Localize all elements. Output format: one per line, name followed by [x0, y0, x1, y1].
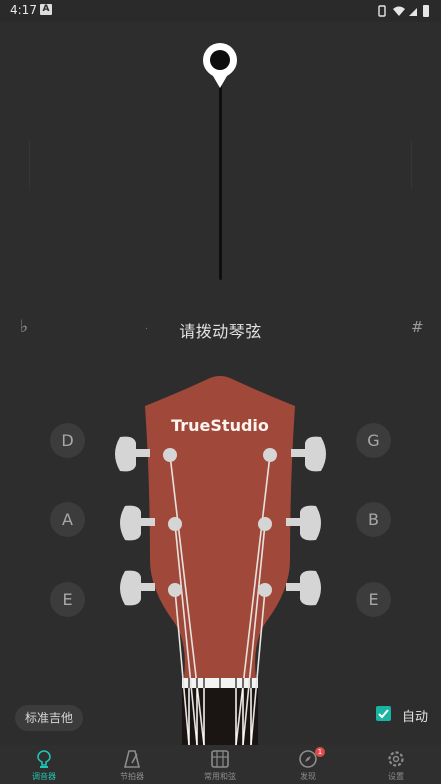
- nav-item-metronome[interactable]: 节拍器: [88, 745, 176, 784]
- notification-icon: A: [40, 4, 52, 15]
- nav-label-metronome: 节拍器: [120, 772, 144, 781]
- tuner-post-d: [163, 448, 177, 462]
- nav-label-discover: 发现: [300, 772, 316, 781]
- tuning-mode-button[interactable]: 标准吉他: [15, 705, 83, 731]
- tuning-peg-d[interactable]: [112, 435, 152, 473]
- tuning-peg-a[interactable]: [117, 504, 157, 542]
- tuner-icon: [37, 750, 51, 768]
- auto-checkbox[interactable]: [376, 706, 391, 721]
- tuner-post-b: [258, 517, 272, 531]
- needle-pin-icon: [203, 43, 237, 88]
- tuning-peg-e-low[interactable]: [117, 569, 157, 607]
- bottom-nav: 调音器 节拍器 常用和弦 1 发现 设置: [0, 745, 441, 784]
- tuning-peg-e-high[interactable]: [284, 569, 324, 607]
- discover-badge: 1: [315, 747, 325, 757]
- note-button-e-low[interactable]: E: [50, 582, 85, 617]
- nav-item-tuner[interactable]: 调音器: [0, 745, 88, 784]
- tuner-post-g: [263, 448, 277, 462]
- note-button-d[interactable]: D: [50, 423, 85, 458]
- status-bar: 4:17 A: [0, 0, 441, 22]
- nav-label-chords: 常用和弦: [204, 772, 236, 781]
- tuner-post-e-low: [168, 583, 182, 597]
- scale-left-edge: [29, 140, 30, 190]
- nav-label-settings: 设置: [388, 772, 404, 781]
- auto-label: 自动: [402, 710, 429, 725]
- note-button-e-high[interactable]: E: [356, 582, 391, 617]
- battery-icon: [423, 5, 429, 17]
- status-time: 4:17: [10, 3, 37, 17]
- signal-icon: [409, 8, 417, 16]
- status-icons: [378, 5, 429, 17]
- tuner-needle: [219, 78, 222, 280]
- tuning-peg-g[interactable]: [289, 435, 329, 473]
- sharp-symbol: #: [411, 318, 424, 336]
- tuning-peg-b[interactable]: [284, 504, 324, 542]
- chord-icon: [211, 750, 229, 768]
- tuner-post-a: [168, 517, 182, 531]
- pluck-string-prompt: 请拨动琴弦: [179, 322, 262, 341]
- nav-item-settings[interactable]: 设置: [352, 745, 440, 784]
- note-button-a[interactable]: A: [50, 502, 85, 537]
- nav-item-discover[interactable]: 1 发现: [264, 745, 352, 784]
- gear-icon: [388, 751, 404, 767]
- tuner-post-e-high: [258, 583, 272, 597]
- scale-right-edge: [411, 140, 412, 190]
- nav-item-chords[interactable]: 常用和弦: [176, 745, 264, 784]
- checkmark-icon: [378, 709, 389, 719]
- note-button-b[interactable]: B: [356, 502, 391, 537]
- vibrate-icon: [378, 5, 386, 17]
- brand-logo: TrueStudio: [171, 416, 269, 435]
- wifi-icon: [393, 6, 405, 16]
- note-button-g[interactable]: G: [356, 423, 391, 458]
- nav-label-tuner: 调音器: [32, 772, 56, 781]
- metronome-icon: [123, 750, 141, 768]
